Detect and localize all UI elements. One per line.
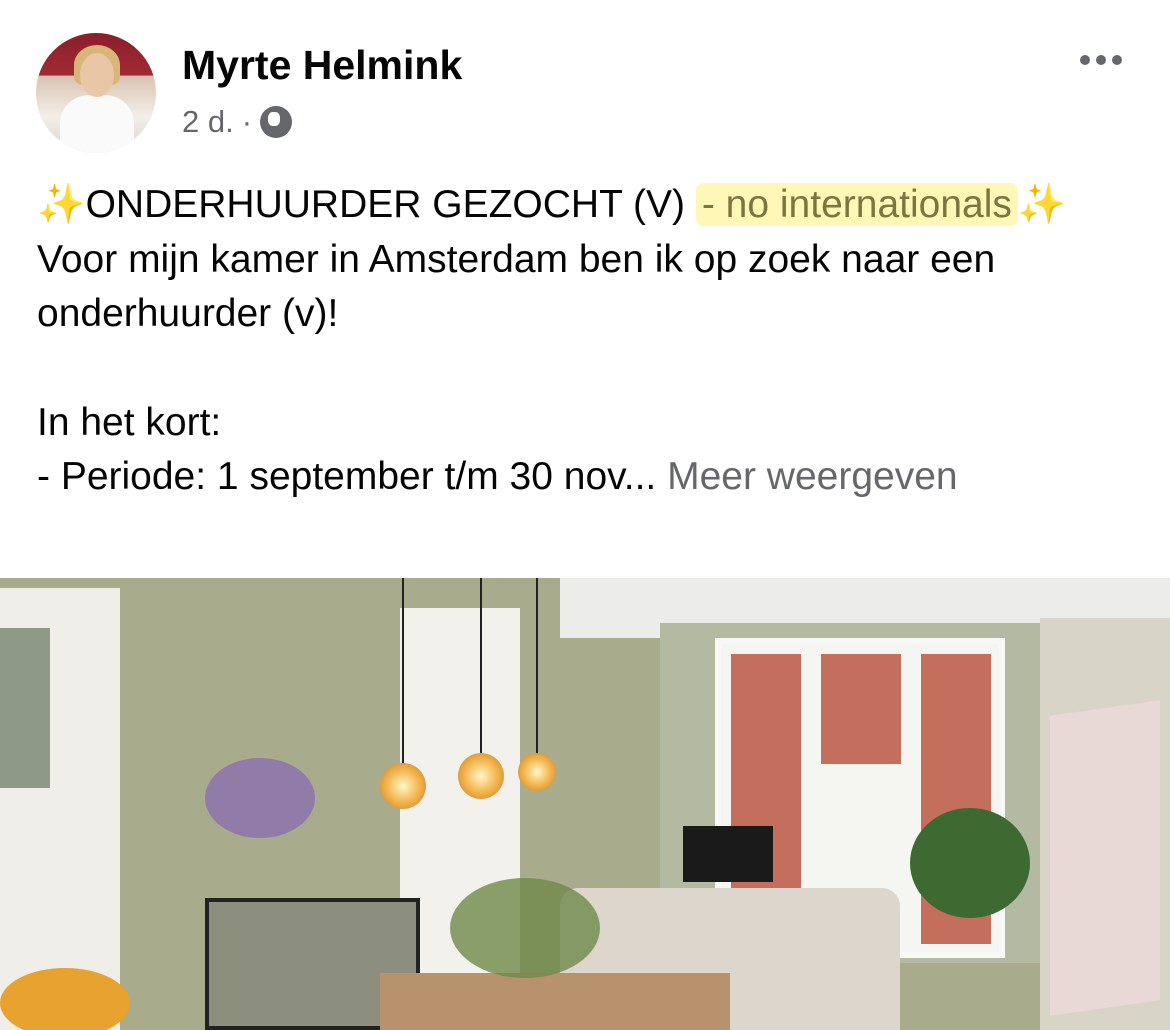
post-line: In het kort: <box>37 400 222 444</box>
see-more-link[interactable]: Meer weergeven <box>667 455 957 498</box>
post-time[interactable]: 2 d. <box>182 104 234 140</box>
dining-table <box>380 973 730 1030</box>
post-photo[interactable] <box>0 578 1170 1030</box>
pendant-bulb <box>518 753 556 791</box>
wall-art <box>1050 700 1160 1016</box>
more-dots-icon[interactable] <box>1080 55 1122 65</box>
post-text: ✨ONDERHUURDER GEZOCHT (V) - no internati… <box>37 178 1157 505</box>
sparkles-icon: ✨ <box>37 183 86 226</box>
author-name[interactable]: Myrte Helmink <box>182 42 462 89</box>
author-avatar[interactable] <box>36 33 156 153</box>
left-door <box>0 588 120 1030</box>
globe-icon <box>260 106 293 138</box>
avatar-face <box>80 53 114 97</box>
television <box>683 826 773 882</box>
title-text: ONDERHUURDER GEZOCHT (V) <box>85 183 696 226</box>
post-meta: 2 d. · <box>182 104 293 140</box>
pendant-bulb <box>458 753 504 799</box>
highlighted-text: - no internationals <box>695 183 1018 226</box>
post-line: Voor mijn kamer in Amsterdam ben ik op z… <box>37 237 996 336</box>
post-line: - Periode: 1 september t/m 30 nov... Mee… <box>37 455 958 498</box>
avatar-shirt <box>60 95 134 153</box>
pendant-bulb <box>380 763 426 809</box>
sparkles-icon: ✨ <box>1017 183 1067 226</box>
post-title: ✨ONDERHUURDER GEZOCHT (V) - no internati… <box>37 178 1157 233</box>
meta-separator: · <box>241 104 253 139</box>
